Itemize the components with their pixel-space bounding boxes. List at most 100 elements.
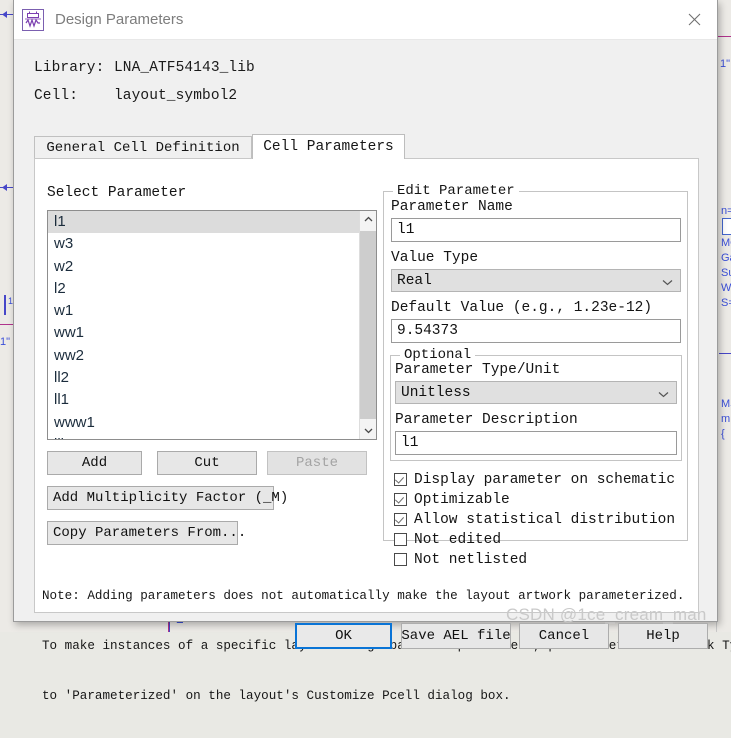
- tab-cell-parameters[interactable]: Cell Parameters: [252, 134, 405, 159]
- save-ael-file-label: Save AEL file: [401, 628, 510, 644]
- cell-label: Cell:: [34, 88, 78, 104]
- tab-strip: General Cell Definition Cell Parameters: [34, 134, 699, 158]
- checkbox-label: Allow statistical distribution: [414, 512, 675, 528]
- add-multiplicity-factor-button[interactable]: Add Multiplicity Factor (_M): [47, 486, 274, 510]
- list-item[interactable]: l2: [48, 278, 359, 300]
- parameter-name-label: Parameter Name: [391, 199, 513, 215]
- cancel-button[interactable]: Cancel: [519, 623, 609, 649]
- bg-pin: [0, 324, 13, 325]
- paste-button: Paste: [267, 451, 367, 475]
- ok-button[interactable]: OK: [295, 623, 392, 649]
- help-button[interactable]: Help: [618, 623, 708, 649]
- checkbox-label: Optimizable: [414, 492, 510, 508]
- checkbox-label: Display parameter on schematic: [414, 472, 675, 488]
- note-line-1: Note: Adding parameters does not automat…: [42, 588, 707, 605]
- list-scrollbar[interactable]: [359, 211, 376, 439]
- bg-wire: [4, 295, 6, 315]
- default-value-label: Default Value (e.g., 1.23e-12): [391, 300, 652, 316]
- list-item[interactable]: w1: [48, 300, 359, 322]
- design-parameters-dialog: Design Parameters Library: LNA_ATF54143_…: [13, 0, 718, 622]
- bg-label: n=: [721, 205, 731, 217]
- chevron-down-icon[interactable]: [360, 422, 377, 439]
- bg-label: S=: [721, 297, 731, 309]
- parameter-list-items: l1 w3 w2 l2 w1 ww1 ww2 ll2 ll1 www1 lll1: [48, 211, 359, 440]
- cell-parameters-page: Select Parameter l1 w3 w2 l2 w1 ww1 ww2 …: [34, 158, 699, 613]
- value-type-select[interactable]: Real: [391, 269, 681, 292]
- bg-label: 1": [720, 58, 730, 70]
- bg-arrow: [2, 184, 7, 191]
- save-ael-file-button[interactable]: Save AEL file: [401, 623, 511, 649]
- cut-button[interactable]: Cut: [157, 451, 257, 475]
- optional-group-title: Optional: [400, 347, 475, 363]
- cancel-button-label: Cancel: [539, 628, 589, 644]
- help-button-label: Help: [646, 628, 680, 644]
- add-button-label: Add: [82, 455, 107, 471]
- checkbox-icon: [394, 473, 407, 486]
- default-value-input[interactable]: 9.54373: [391, 319, 681, 343]
- tab-label: Cell Parameters: [263, 139, 394, 155]
- copy-parameters-from-label: Copy Parameters From...: [53, 525, 246, 541]
- edit-parameter-group: Edit Parameter Parameter Name l1 Value T…: [383, 191, 688, 541]
- checkbox-label: Not edited: [414, 532, 501, 548]
- library-label: Library:: [34, 60, 104, 76]
- select-parameter-label: Select Parameter: [47, 185, 186, 201]
- bg-label: MS: [721, 398, 731, 410]
- parameter-description-input[interactable]: l1: [395, 431, 677, 455]
- copy-parameters-from-button[interactable]: Copy Parameters From...: [47, 521, 238, 545]
- note-line-3: to 'Parameterized' on the layout's Custo…: [42, 688, 707, 705]
- value-type-label: Value Type: [391, 250, 478, 266]
- tab-label: General Cell Definition: [46, 140, 239, 156]
- scrollbar-thumb[interactable]: [360, 231, 377, 419]
- tab-general-cell-definition[interactable]: General Cell Definition: [34, 136, 252, 158]
- library-value: LNA_ATF54143_lib: [114, 60, 255, 76]
- cut-button-label: Cut: [194, 455, 219, 471]
- parameter-type-unit-value: Unitless: [401, 385, 471, 401]
- checkbox-display-parameter-on-schematic[interactable]: Display parameter on schematic: [394, 470, 675, 489]
- list-item[interactable]: l1: [48, 211, 359, 233]
- ok-button-label: OK: [335, 628, 352, 644]
- chevron-down-icon: [658, 387, 669, 398]
- bg-pin: [718, 36, 731, 37]
- value-type-value: Real: [397, 273, 432, 289]
- list-item[interactable]: lll1: [48, 434, 359, 440]
- bg-field: [722, 218, 731, 235]
- checkbox-allow-statistical-distribution[interactable]: Allow statistical distribution: [394, 510, 675, 529]
- optional-group: Optional Parameter Type/Unit Unitless Pa…: [390, 355, 682, 461]
- checkbox-not-edited[interactable]: Not edited: [394, 530, 501, 549]
- close-icon[interactable]: [672, 0, 717, 38]
- list-item[interactable]: ww1: [48, 322, 359, 344]
- dialog-body: Library: LNA_ATF54143_lib Cell: layout_s…: [14, 40, 717, 623]
- bg-label: Su: [721, 267, 731, 279]
- checkbox-icon: [394, 493, 407, 506]
- bg-arrow: [2, 11, 7, 18]
- chevron-down-icon: [662, 275, 673, 286]
- list-item[interactable]: ll1: [48, 389, 359, 411]
- title-bar: Design Parameters: [14, 0, 717, 40]
- list-item[interactable]: ww2: [48, 345, 359, 367]
- bg-wire: [719, 353, 731, 354]
- cell-value: layout_symbol2: [114, 88, 237, 104]
- list-item[interactable]: w3: [48, 233, 359, 255]
- parameter-list[interactable]: l1 w3 w2 l2 w1 ww1 ww2 ll2 ll1 www1 lll1: [47, 210, 377, 440]
- chevron-up-icon[interactable]: [360, 211, 377, 228]
- bg-label: MO: [721, 237, 731, 249]
- list-item[interactable]: ll2: [48, 367, 359, 389]
- checkbox-icon: [394, 513, 407, 526]
- list-item[interactable]: w2: [48, 256, 359, 278]
- paste-button-label: Paste: [296, 455, 338, 471]
- checkbox-optimizable[interactable]: Optimizable: [394, 490, 510, 509]
- bg-label: m: [721, 413, 730, 425]
- add-multiplicity-factor-label: Add Multiplicity Factor (_M): [53, 490, 288, 506]
- window-title: Design Parameters: [55, 11, 183, 28]
- list-item[interactable]: www1: [48, 412, 359, 434]
- add-button[interactable]: Add: [47, 451, 142, 475]
- parameter-type-unit-select[interactable]: Unitless: [395, 381, 677, 404]
- watermark: CSDN @1ce_cream_man: [506, 605, 707, 625]
- bg-label: {: [721, 428, 725, 440]
- parameter-description-label: Parameter Description: [395, 412, 578, 428]
- parameter-name-input[interactable]: l1: [391, 218, 681, 242]
- schematic-icon: [22, 9, 44, 31]
- bg-label: Ga: [721, 252, 731, 264]
- parameter-type-unit-label: Parameter Type/Unit: [395, 362, 560, 378]
- checkbox-icon: [394, 533, 407, 546]
